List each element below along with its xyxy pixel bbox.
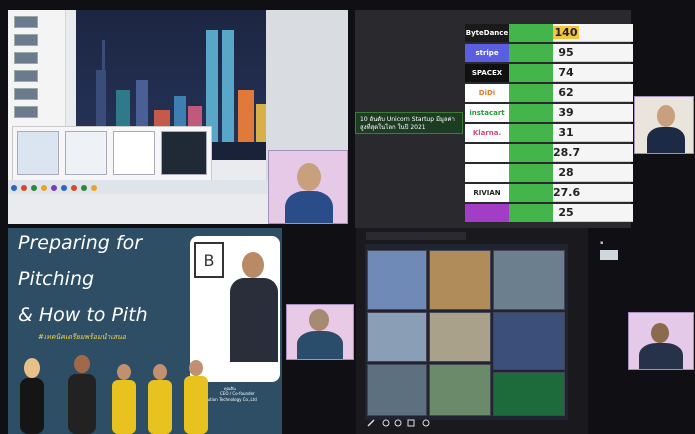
pitching-presentation-slide: Preparing for Pitching & How to Pith #เท… <box>8 228 282 434</box>
participant-body <box>647 127 685 153</box>
collage-photo <box>367 364 427 416</box>
valuation-number: 27.6 <box>553 186 581 199</box>
company-logo: RIVIAN <box>465 183 509 202</box>
window-preview[interactable] <box>17 131 59 175</box>
ranking-header-banner: 10 อันดับ Unicorn Startup มีมูลค่าสูงที่… <box>355 112 463 134</box>
ranking-row: 28.7 <box>465 143 633 162</box>
viewer-toolbar[interactable] <box>366 232 466 240</box>
window-thumbnail[interactable] <box>600 250 618 260</box>
zoom-meeting-gallery: ByteDance 140 stripe 95 SPACEX 74 DiDi 6… <box>0 0 695 434</box>
ranking-row: RIVIAN 27.6 <box>465 183 633 202</box>
slide-thumbnail[interactable] <box>14 106 38 118</box>
participant-body <box>297 331 343 359</box>
speaker-photo <box>230 252 278 362</box>
slide-title-line3: & How to Pith <box>18 304 148 326</box>
valuation-number: 25 <box>558 206 574 219</box>
participant-face <box>657 105 675 127</box>
company-name-label <box>509 163 553 182</box>
viewer-side-label: ▪ <box>600 240 604 246</box>
company-logo: Klarna. <box>465 123 509 142</box>
company-logo: stripe <box>465 43 509 62</box>
valuation-number: 62 <box>558 86 574 99</box>
speaker-face <box>242 252 264 278</box>
participant-video-tile[interactable] <box>268 150 348 224</box>
company-name-label <box>509 143 553 162</box>
slide-thumbnail[interactable] <box>14 16 38 28</box>
participant-video-tile[interactable] <box>628 312 694 370</box>
participant-face <box>651 323 669 343</box>
company-logo <box>465 143 509 162</box>
slide-thumbnail[interactable] <box>14 52 38 64</box>
collage-photo <box>493 372 565 416</box>
company-logo: instacart <box>465 103 509 122</box>
collage-photo <box>429 312 491 362</box>
ranking-row: ByteDance 140 <box>465 23 633 42</box>
participant-body <box>639 343 683 369</box>
company-name-label <box>509 183 553 202</box>
participant-video-tile[interactable] <box>286 304 354 360</box>
window-preview[interactable] <box>113 131 155 175</box>
team-photo <box>20 355 208 434</box>
collage-photo <box>429 364 491 416</box>
ranking-row: instacart 39 <box>465 103 633 122</box>
collage-photo <box>493 312 565 370</box>
valuation-number: 28 <box>558 166 574 179</box>
slide-subtitle: #เทคนิคเตรียมพร้อมนำเสนอ <box>38 333 126 341</box>
open-windows-preview[interactable] <box>12 126 212 182</box>
ranking-row: 25 <box>465 203 633 222</box>
ranking-row: Klarna. 31 <box>465 123 633 142</box>
viewer-bottom-tools[interactable] <box>366 416 436 428</box>
company-name-label <box>509 63 553 82</box>
company-logo: SPACEX <box>465 63 509 82</box>
collage-photo <box>367 250 427 310</box>
window-preview[interactable] <box>65 131 107 175</box>
slide-title-line2: Pitching <box>18 268 95 290</box>
company-name-label <box>509 123 553 142</box>
window-preview[interactable] <box>161 131 207 175</box>
speaker-body <box>230 278 278 362</box>
participant-video-tile[interactable] <box>634 96 694 154</box>
company-name-label <box>509 83 553 102</box>
svg-text:B: B <box>204 251 215 270</box>
valuation-number: 95 <box>558 46 574 59</box>
collage-photo <box>367 312 427 362</box>
photo-collage <box>365 244 568 420</box>
valuation-number: 31 <box>558 126 574 139</box>
slide-thumbnail[interactable] <box>14 88 38 100</box>
slide-title-line1: Preparing for <box>18 232 143 254</box>
valuation-number: 74 <box>558 66 574 79</box>
company-name-label <box>509 23 553 42</box>
participant-body <box>285 191 333 223</box>
company-name-label <box>509 103 553 122</box>
valuation-number: 39 <box>558 106 574 119</box>
valuation-number: 140 <box>553 26 579 39</box>
company-logo: ByteDance <box>465 23 509 42</box>
company-name-label <box>509 43 553 62</box>
lb-logo: B <box>194 242 224 278</box>
slide-thumbnail[interactable] <box>14 34 38 46</box>
speaker-caption-role: CEO / Co-founder <box>220 391 255 396</box>
company-logo <box>465 163 509 182</box>
collage-photo <box>429 250 491 310</box>
company-name-label <box>509 203 553 222</box>
slide-thumbnail[interactable] <box>14 70 38 82</box>
company-logo: DiDi <box>465 83 509 102</box>
ranking-row: SPACEX 74 <box>465 63 633 82</box>
company-logo <box>465 203 509 222</box>
ranking-row: stripe 95 <box>465 43 633 62</box>
participant-face <box>309 309 329 331</box>
ranking-row: DiDi 62 <box>465 83 633 102</box>
collage-photo <box>493 250 565 310</box>
ranking-row: 28 <box>465 163 633 182</box>
participant-face <box>297 163 321 191</box>
valuation-number: 28.7 <box>553 146 581 159</box>
